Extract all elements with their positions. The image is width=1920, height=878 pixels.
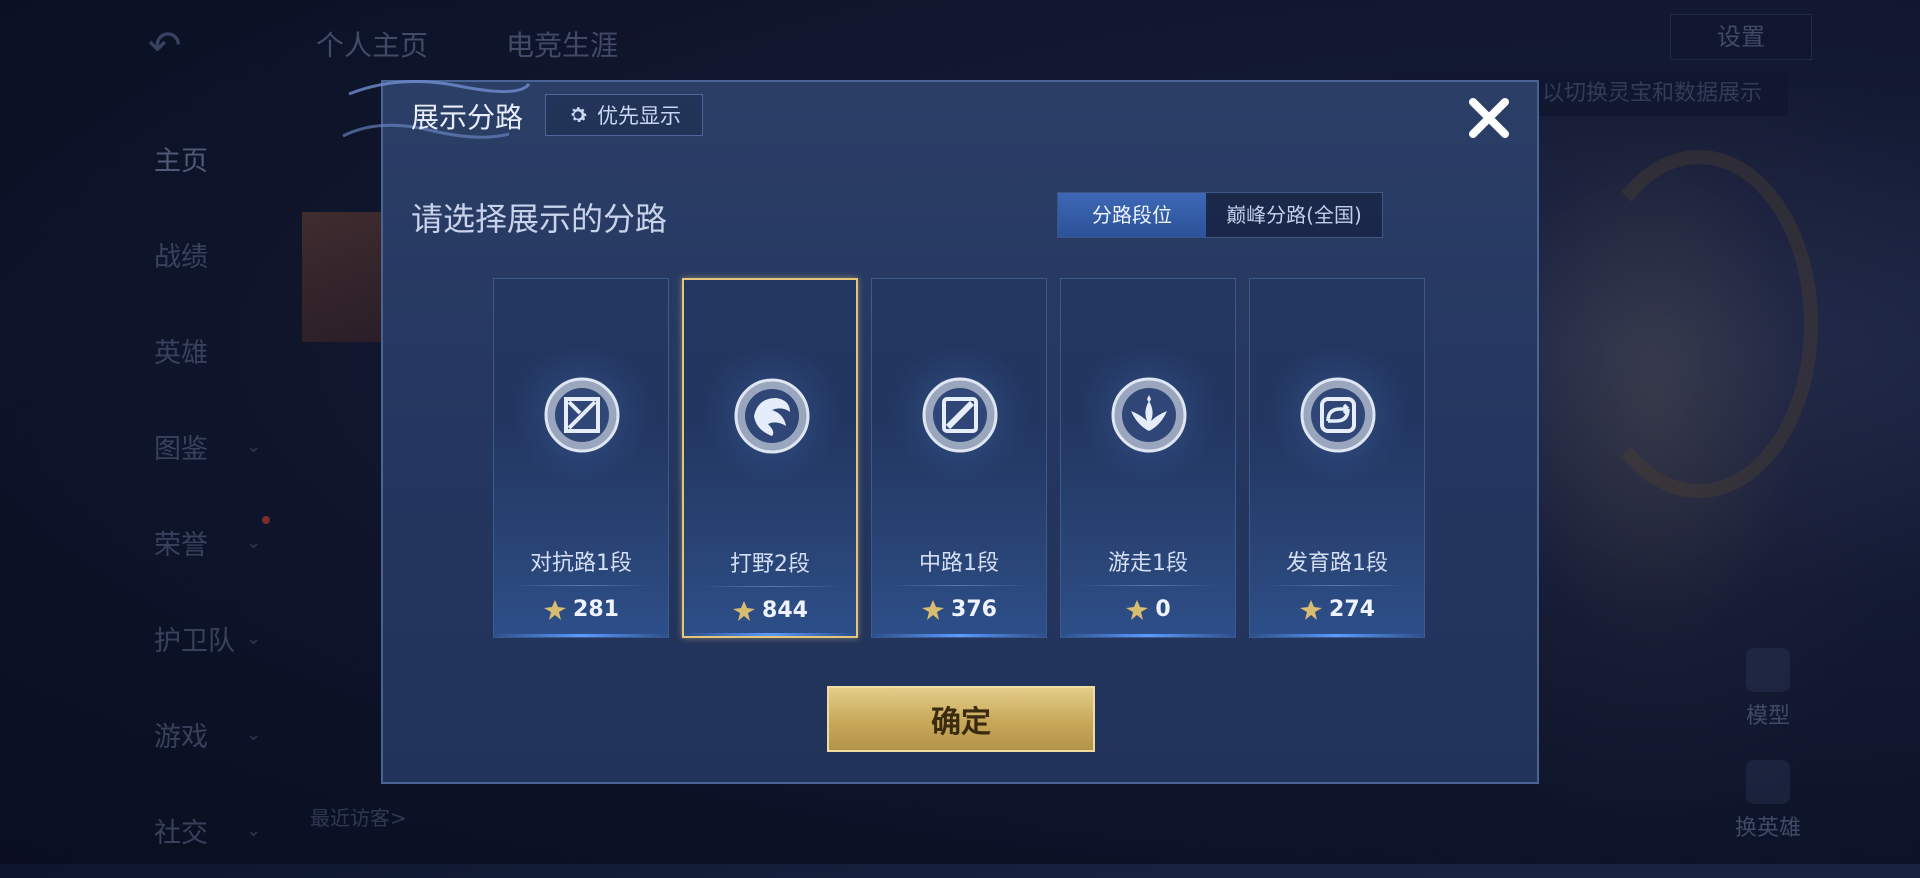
- lane-name: 中路1段: [919, 551, 999, 576]
- lane-score: 0: [1061, 597, 1235, 622]
- lane-score-value: 281: [573, 597, 619, 622]
- card-divider: [1075, 585, 1221, 586]
- card-divider: [698, 586, 842, 587]
- priority-display-label: 优先显示: [597, 104, 681, 128]
- lane-card-mid[interactable]: 中路1段 376: [871, 278, 1047, 638]
- mid-lane-icon: [922, 377, 998, 453]
- lane-score-value: 0: [1155, 597, 1171, 622]
- dialog-subtitle: 请选择展示的分路: [411, 200, 668, 238]
- lane-score: 376: [872, 597, 1046, 622]
- dialog-title: 展示分路: [411, 101, 524, 134]
- lane-score: 281: [494, 597, 668, 622]
- roam-icon: [1111, 377, 1187, 453]
- lane-card-farm[interactable]: 发育路1段 274: [1249, 278, 1425, 638]
- farm-lane-icon: [1300, 377, 1376, 453]
- jungle-icon: [734, 378, 810, 454]
- lane-score-value: 274: [1329, 597, 1375, 622]
- lane-mode-toggle: 分路段位 巅峰分路(全国): [1057, 192, 1383, 238]
- card-divider: [886, 585, 1032, 586]
- lane-score: 844: [684, 598, 856, 623]
- lane-card-roam[interactable]: 游走1段 0: [1060, 278, 1236, 638]
- close-button[interactable]: [1463, 92, 1515, 144]
- gear-icon: [571, 107, 587, 122]
- lane-score-value: 844: [762, 598, 808, 623]
- lane-card-list: 对抗路1段 281 打野2段 844 中路1段 376 游走1段 0 发育路1段…: [493, 278, 1427, 640]
- lane-card-jungle[interactable]: 打野2段 844: [682, 278, 858, 638]
- score-crest-icon: [922, 599, 945, 620]
- confirm-button[interactable]: 确定: [827, 686, 1095, 752]
- lane-name: 打野2段: [730, 552, 810, 577]
- lane-name: 发育路1段: [1286, 551, 1388, 576]
- lane-card-clash[interactable]: 对抗路1段 281: [493, 278, 669, 638]
- lane-score-value: 376: [951, 597, 997, 622]
- lane-score: 274: [1250, 597, 1424, 622]
- card-divider: [508, 585, 654, 586]
- tab-lane-rank[interactable]: 分路段位: [1058, 193, 1206, 237]
- lane-name: 对抗路1段: [530, 551, 632, 576]
- score-crest-icon: [1300, 599, 1323, 620]
- close-icon: [1469, 98, 1509, 138]
- score-crest-icon: [733, 600, 756, 621]
- score-crest-icon: [1126, 599, 1149, 620]
- lane-display-dialog: 展示分路 优先显示 请选择展示的分路 分路段位 巅峰分路(全国) 对抗路1段 2…: [342, 80, 1539, 784]
- clash-lane-icon: [544, 377, 620, 453]
- priority-display-button[interactable]: 优先显示: [545, 94, 703, 136]
- card-divider: [1264, 585, 1410, 586]
- tab-peak-lane-national[interactable]: 巅峰分路(全国): [1206, 193, 1382, 237]
- score-crest-icon: [544, 599, 567, 620]
- lane-name: 游走1段: [1108, 551, 1188, 576]
